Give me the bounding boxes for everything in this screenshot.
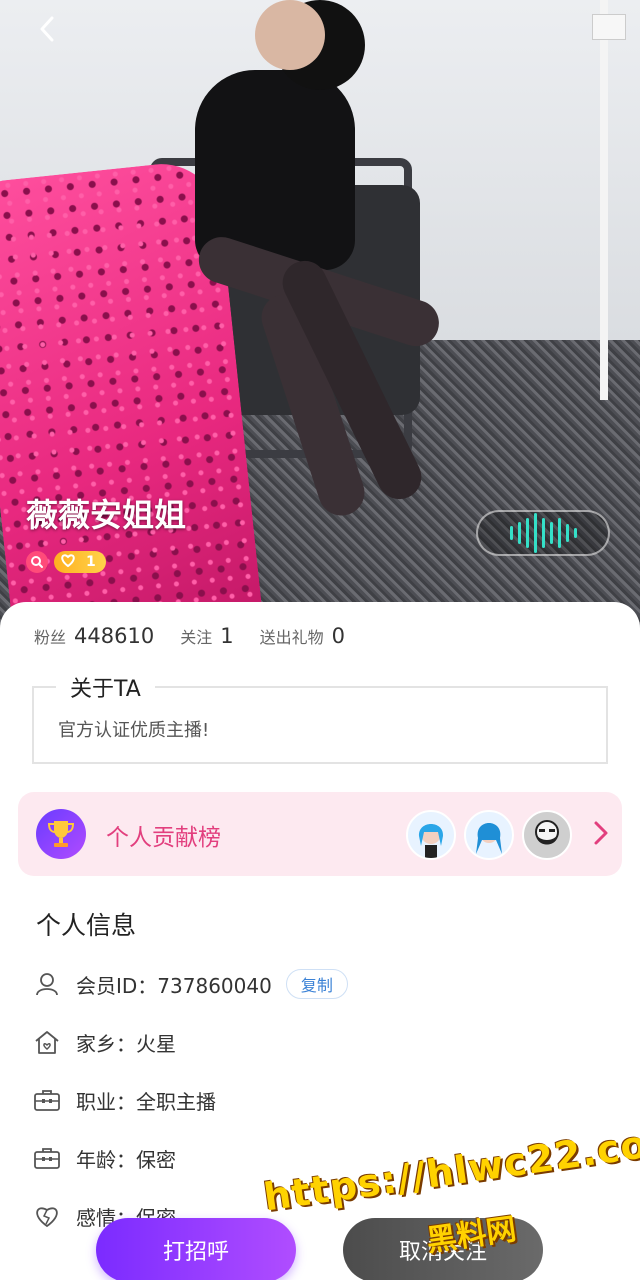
search-badge-icon xyxy=(26,551,48,573)
contributor-avatar[interactable] xyxy=(406,810,456,860)
figure-head xyxy=(255,0,325,70)
briefcase-icon xyxy=(32,1085,62,1115)
back-button[interactable] xyxy=(30,14,64,48)
home-icon xyxy=(32,1027,62,1057)
age-row: 年龄：保密 xyxy=(32,1141,176,1175)
contribution-label: 个人贡献榜 xyxy=(106,825,221,851)
job-text: 职业：全职主播 xyxy=(76,1089,216,1114)
contributor-avatar[interactable] xyxy=(522,810,572,860)
personal-info-title: 个人信息 xyxy=(36,911,137,940)
age-text: 年龄：保密 xyxy=(76,1147,176,1172)
user-icon xyxy=(32,969,62,999)
voice-intro-button[interactable] xyxy=(476,510,610,556)
fans-value: 448610 xyxy=(74,624,155,648)
contribution-ranking-bar[interactable]: 个人贡献榜 xyxy=(18,792,622,876)
hometown-row: 家乡：火星 xyxy=(32,1025,176,1059)
anchor-name: 薇薇安姐姐 xyxy=(26,496,187,534)
about-text: 官方认证优质主播! xyxy=(58,720,210,741)
heart-broken-icon xyxy=(32,1201,62,1231)
following-label: 关注 xyxy=(180,628,213,647)
lamp-stand xyxy=(600,0,608,400)
back-arrow-icon xyxy=(39,16,55,46)
greet-button[interactable]: 打招呼 xyxy=(96,1218,296,1280)
wall-socket xyxy=(592,14,626,40)
level-badge: 1 xyxy=(54,551,106,573)
badge-row: 1 xyxy=(26,551,106,573)
trophy-icon xyxy=(36,809,86,859)
gifts-value: 0 xyxy=(331,624,345,648)
job-row: 职业：全职主播 xyxy=(32,1083,216,1117)
member-id-text: 会员ID：737860040 xyxy=(76,973,272,998)
copy-button[interactable]: 复制 xyxy=(285,969,348,999)
contributor-avatar[interactable] xyxy=(464,810,514,860)
voice-wave-icon xyxy=(509,513,577,553)
hometown-text: 家乡：火星 xyxy=(76,1031,176,1056)
stats-row: 粉丝 448610 关注 1 送出礼物 0 xyxy=(34,624,371,648)
member-id-row: 会员ID：737860040 复制 xyxy=(32,967,348,1001)
level-value: 1 xyxy=(86,554,96,570)
following-value: 1 xyxy=(220,624,234,648)
chevron-right-icon[interactable] xyxy=(593,820,609,850)
briefcase-icon xyxy=(32,1143,62,1173)
heart-icon xyxy=(60,553,76,571)
gifts-label: 送出礼物 xyxy=(259,628,324,647)
fans-label: 粉丝 xyxy=(34,628,67,647)
about-title: 关于TA xyxy=(56,671,155,703)
